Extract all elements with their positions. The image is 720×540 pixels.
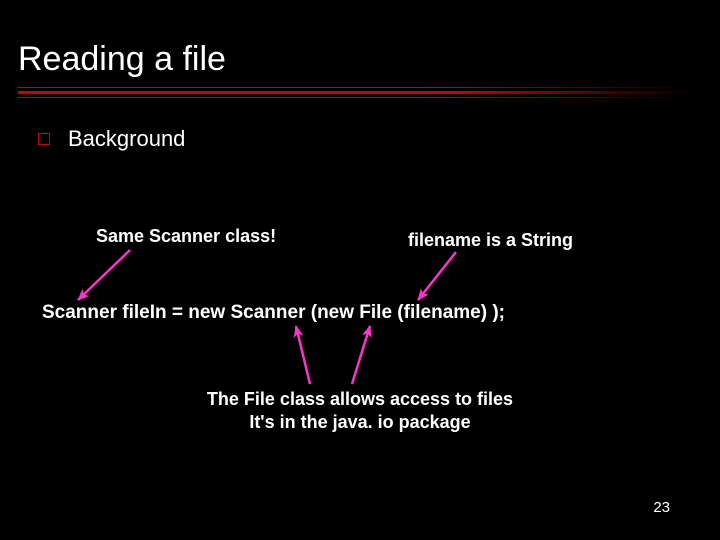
page-number: 23 <box>653 499 670 516</box>
title-underline <box>18 87 690 98</box>
slide: Reading a file Background Same Scanner c… <box>0 0 720 540</box>
note-line-2: It's in the java. io package <box>249 412 470 432</box>
file-class-note: The File class allows access to files It… <box>0 388 720 433</box>
arrow-icon <box>78 250 130 300</box>
arrow-icon <box>296 326 310 384</box>
rule-line <box>18 87 690 88</box>
bullet-label: Background <box>68 126 185 152</box>
callout-scanner: Same Scanner class! <box>96 226 276 247</box>
callout-filename: filename is a String <box>408 230 573 251</box>
slide-title: Reading a file <box>18 40 690 79</box>
code-line: Scanner fileIn = new Scanner (new File (… <box>42 302 505 324</box>
title-block: Reading a file <box>18 40 690 98</box>
arrow-icon <box>352 326 370 384</box>
arrow-icon <box>418 252 456 300</box>
square-bullet-icon <box>38 133 50 145</box>
bullet-item: Background <box>38 126 185 152</box>
rule-line <box>18 97 690 98</box>
rule-line <box>18 91 690 94</box>
note-line-1: The File class allows access to files <box>207 389 513 409</box>
